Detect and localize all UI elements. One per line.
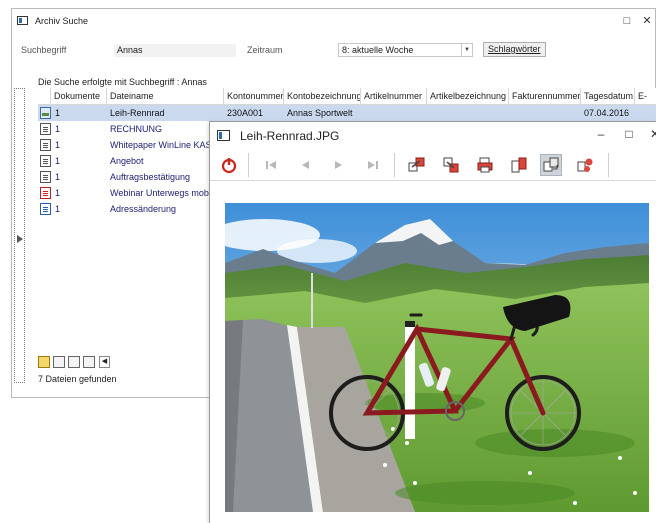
maximize-icon[interactable]: □ — [622, 127, 636, 141]
table-row[interactable]: 1 Leih-Rennrad 230A001 Annas Sportwelt 0… — [38, 105, 656, 121]
grid-icon[interactable] — [83, 356, 95, 368]
row-filename: Angebot — [110, 156, 144, 166]
row-account: 230A001 — [227, 108, 264, 118]
maximize-icon[interactable]: □ — [620, 14, 634, 28]
column-header-account-name[interactable]: Kontobezeichnung — [284, 88, 361, 105]
row-selector-strip[interactable] — [14, 88, 25, 383]
toolbar-separator — [248, 153, 249, 177]
grid-header: Dokumente Dateiname Kontonummer Kontobez… — [38, 88, 656, 105]
toolbar-separator — [608, 153, 609, 177]
row-documents: 1 — [55, 188, 61, 198]
last-icon[interactable] — [362, 154, 384, 176]
column-header-documents[interactable]: Dokumente — [51, 88, 107, 105]
document-icon[interactable] — [53, 356, 65, 368]
window-title: Archiv Suche — [35, 16, 89, 26]
scroll-left-icon[interactable]: ◀ — [99, 356, 110, 368]
column-header-e[interactable]: E- — [635, 88, 656, 105]
search-term-label: Suchbegriff — [21, 45, 67, 55]
row-filename: Auftragsbestätigung — [110, 172, 191, 182]
viewer-toolbar — [210, 149, 656, 181]
prev-icon[interactable] — [294, 154, 316, 176]
copy-icon[interactable] — [508, 154, 530, 176]
pdf-file-icon — [40, 187, 51, 199]
viewer-title-bar: Leih-Rennrad.JPG – □ ✕ — [210, 122, 656, 148]
column-header-invoice-number[interactable]: Fakturennummer — [509, 88, 581, 105]
print-icon[interactable] — [474, 154, 496, 176]
search-info-text: Die Suche erfolgte mit Suchbegriff : Ann… — [38, 77, 207, 87]
row-account-name: Annas Sportwelt — [287, 108, 353, 118]
image-file-icon — [40, 107, 51, 119]
column-header-account-number[interactable]: Kontonummer — [224, 88, 284, 105]
row-filename: Webinar Unterwegs mobil — [110, 188, 213, 198]
row-filename: Leih-Rennrad — [110, 108, 165, 118]
bike-photo — [225, 203, 649, 512]
first-icon[interactable] — [260, 154, 282, 176]
text-file-icon — [40, 123, 51, 135]
viewer-title: Leih-Rennrad.JPG — [240, 129, 340, 143]
image-viewer-window: Leih-Rennrad.JPG – □ ✕ — [209, 121, 656, 523]
row-pointer-icon — [17, 235, 23, 243]
column-header-article-number[interactable]: Artikelnummer — [361, 88, 427, 105]
period-label: Zeitraum — [247, 45, 283, 55]
text-file-icon — [40, 139, 51, 151]
row-documents: 1 — [55, 156, 61, 166]
period-value: 8: aktuelle Woche — [342, 45, 414, 55]
row-documents: 1 — [55, 172, 61, 182]
row-documents: 1 — [55, 140, 61, 150]
row-date: 07.04.2016 — [584, 108, 630, 118]
column-header-icon — [38, 88, 51, 105]
text-file-icon — [40, 171, 51, 183]
toolbar-separator — [394, 153, 395, 177]
power-icon[interactable] — [218, 154, 240, 176]
row-documents: 1 — [55, 124, 61, 134]
import-icon[interactable] — [440, 154, 462, 176]
row-documents: 1 — [55, 204, 61, 214]
row-filename: Adressänderung — [110, 204, 177, 214]
column-header-filename[interactable]: Dateiname — [107, 88, 224, 105]
share-icon[interactable] — [574, 154, 596, 176]
column-header-date[interactable]: Tagesdatum — [581, 88, 635, 105]
title-bar: Archiv Suche □ ✕ — [12, 9, 655, 33]
row-filename: RECHNUNG — [110, 124, 163, 134]
word-file-icon — [40, 203, 51, 215]
close-icon[interactable]: ✕ — [640, 14, 654, 28]
list-icon[interactable] — [68, 356, 80, 368]
export-icon[interactable] — [406, 154, 428, 176]
edit-icon[interactable] — [38, 356, 50, 368]
row-filename: Whitepaper WinLine KASS — [110, 140, 218, 150]
row-documents: 1 — [55, 108, 61, 118]
next-icon[interactable] — [328, 154, 350, 176]
tags-button-label: Schlagwörter — [488, 44, 541, 54]
app-window-icon — [17, 16, 28, 25]
text-file-icon — [40, 155, 51, 167]
chevron-down-icon[interactable]: ▼ — [461, 44, 472, 56]
viewer-window-icon — [217, 130, 230, 141]
period-select[interactable]: 8: aktuelle Woche ▼ — [338, 43, 473, 57]
column-header-article-name[interactable]: Artikelbezeichnung — [427, 88, 509, 105]
convert-icon[interactable] — [540, 154, 562, 176]
close-icon[interactable]: ✕ — [648, 127, 656, 141]
tags-button[interactable]: Schlagwörter — [483, 42, 546, 57]
status-text: 7 Dateien gefunden — [38, 374, 117, 384]
search-input[interactable]: Annas — [114, 44, 236, 57]
minimize-icon[interactable]: – — [594, 127, 608, 141]
